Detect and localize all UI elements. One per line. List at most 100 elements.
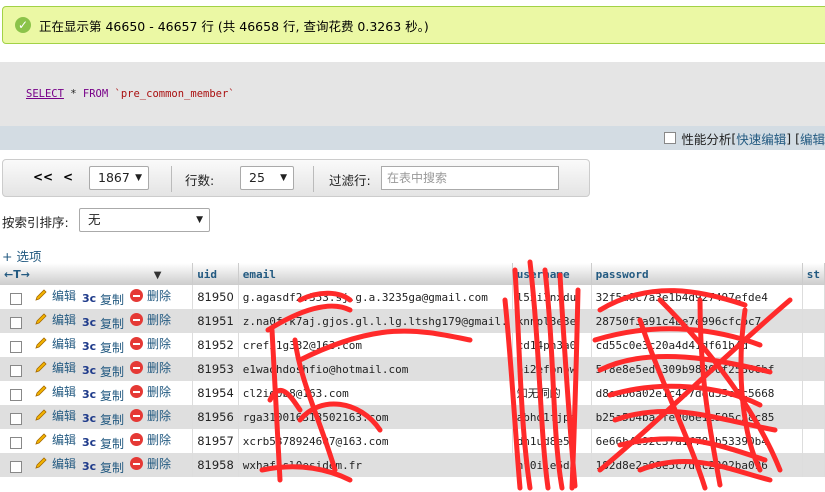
delete-row-button[interactable]: 删除 <box>130 311 171 328</box>
cell-uid[interactable]: 81957 <box>192 429 239 453</box>
cell-password[interactable]: 5f8e8e5ed1309b98800f25306bf <box>591 357 803 381</box>
cell-password[interactable]: cd55c0e3c20a4d41df61b4d <box>591 333 803 357</box>
rows-select[interactable]: 25 ▼ <box>240 166 294 190</box>
cell-password[interactable]: 182d8e2a98e5c7d3c2202ba096 <box>591 453 803 477</box>
cell-status[interactable] <box>802 285 825 309</box>
cell-username[interactable]: dh1ud8e5f <box>512 429 592 453</box>
cell-password[interactable]: d8eab6a02e1c437ded35e8c5668 <box>591 381 803 405</box>
cell-password[interactable]: b25a5b4ba3fe006e1c595c38c85 <box>591 405 803 429</box>
page-select[interactable]: 1867 ▼ <box>89 166 149 190</box>
copy-label: 复制 <box>100 364 125 379</box>
cell-status[interactable] <box>802 333 825 357</box>
delete-icon <box>130 361 144 374</box>
cell-status[interactable] <box>802 429 825 453</box>
delete-row-button[interactable]: 删除 <box>130 287 171 304</box>
cell-email[interactable]: e1waohdoshfio@hotmail.com <box>238 357 513 381</box>
cell-username[interactable]: knnpl3e3e <box>512 309 592 333</box>
column-header-email[interactable]: email <box>238 263 513 285</box>
edit-query-link[interactable]: 编辑 <box>800 129 825 148</box>
delete-row-button[interactable]: 删除 <box>130 407 171 424</box>
edit-row-button[interactable]: 编辑 <box>34 383 76 400</box>
cell-uid[interactable]: 81951 <box>192 309 239 333</box>
cell-uid[interactable]: 81952 <box>192 333 239 357</box>
dropdown-triangle-icon[interactable]: ▼ <box>154 270 162 281</box>
cell-uid[interactable]: 81956 <box>192 405 239 429</box>
row-checkbox[interactable] <box>10 436 22 449</box>
copy-row-button[interactable]: 3c 复制 <box>82 339 124 356</box>
previous-page-button[interactable]: < <box>63 170 73 184</box>
copy-row-button[interactable]: 3c 复制 <box>82 459 124 476</box>
navigation-bar: << < 1867 ▼ 行数: 25 ▼ 过滤行: 在表中搜索 <box>2 159 590 197</box>
cell-email[interactable]: g.agasdf2.353.sj.g.a.3235ga@gmail.com <box>238 285 513 309</box>
cell-password[interactable]: 28750f3a91c4be7e996cfcbc7 <box>591 309 803 333</box>
column-header-uid[interactable]: uid <box>192 263 239 285</box>
cell-username[interactable]: abhd1fjpe <box>512 405 592 429</box>
row-checkbox[interactable] <box>10 412 22 425</box>
cell-password[interactable]: 6e66b4c92c37a1f781b53390b4 <box>591 429 803 453</box>
delete-row-button[interactable]: 删除 <box>130 335 171 352</box>
edit-row-button[interactable]: 编辑 <box>34 455 76 472</box>
row-checkbox[interactable] <box>10 316 22 329</box>
cell-uid[interactable]: 81953 <box>192 357 239 381</box>
cell-username[interactable]: 知无洞的 <box>512 381 592 405</box>
copy-row-button[interactable]: 3c 复制 <box>82 315 124 332</box>
profiling-checkbox[interactable] <box>664 132 677 144</box>
first-page-button[interactable]: << <box>33 170 53 184</box>
copy-row-button[interactable]: 3c 复制 <box>82 291 124 308</box>
edit-row-button[interactable]: 编辑 <box>34 287 76 304</box>
delete-row-button[interactable]: 删除 <box>130 455 171 472</box>
edit-row-button[interactable]: 编辑 <box>34 431 76 448</box>
table-row: 编辑 3c 复制 删除 81954 cl2ig0b8@163.com 知无洞的 d8eab6a… <box>0 381 825 405</box>
cell-status[interactable] <box>802 405 825 429</box>
copy-row-button[interactable]: 3c 复制 <box>82 411 124 428</box>
cell-email[interactable]: z.na0f.k7aj.gjos.gl.l.lg.ltshg179@gmail. <box>238 309 513 333</box>
copy-row-button[interactable]: 3c 复制 <box>82 363 124 380</box>
copy-icon: 3c <box>82 316 97 329</box>
row-checkbox[interactable] <box>10 388 22 401</box>
edit-label: 编辑 <box>52 432 77 447</box>
cell-password[interactable]: 32f5a8c7a3e1b4d927497efde4 <box>591 285 803 309</box>
delete-row-button[interactable]: 删除 <box>130 383 171 400</box>
sql-query: SELECT * FROM `pre_common_member` <box>26 88 235 100</box>
cell-username[interactable]: nf0i1e6d3 <box>512 453 592 477</box>
column-header-status[interactable]: st <box>802 263 825 285</box>
pencil-icon <box>35 409 47 421</box>
cell-email[interactable]: rga310016313502163.com <box>238 405 513 429</box>
cell-status[interactable] <box>802 309 825 333</box>
row-checkbox[interactable] <box>10 364 22 377</box>
cell-email[interactable]: cl2ig0b8@163.com <box>238 381 513 405</box>
cell-username[interactable]: cd14pn3a0 <box>512 333 592 357</box>
cell-status[interactable] <box>802 357 825 381</box>
column-arrows-header[interactable]: ←T→ ▼ <box>0 263 194 285</box>
cell-status[interactable] <box>802 381 825 405</box>
cell-email[interactable]: wxhaf1sl0esidem.fr <box>238 453 513 477</box>
copy-row-button[interactable]: 3c 复制 <box>82 435 124 452</box>
cell-uid[interactable]: 81958 <box>192 453 239 477</box>
copy-row-button[interactable]: 3c 复制 <box>82 387 124 404</box>
delete-row-button[interactable]: 删除 <box>130 431 171 448</box>
cell-uid[interactable]: 81950 <box>192 285 239 309</box>
sort-index-select[interactable]: 无 ▼ <box>79 208 210 232</box>
column-header-password[interactable]: password <box>591 263 803 285</box>
edit-row-button[interactable]: 编辑 <box>34 335 76 352</box>
delete-row-button[interactable]: 删除 <box>130 359 171 376</box>
column-header-username[interactable]: username <box>512 263 592 285</box>
edit-row-button[interactable]: 编辑 <box>34 311 76 328</box>
quick-edit-link[interactable]: 快速编辑 <box>736 129 786 148</box>
edit-row-button[interactable]: 编辑 <box>34 359 76 376</box>
row-checkbox[interactable] <box>10 292 22 305</box>
cell-email[interactable]: xcrb5378924607@163.com <box>238 429 513 453</box>
cell-uid[interactable]: 81954 <box>192 381 239 405</box>
row-checkbox[interactable] <box>10 460 22 473</box>
filter-input[interactable]: 在表中搜索 <box>381 166 559 190</box>
cell-email[interactable]: crefi1g332@163.com <box>238 333 513 357</box>
delete-label: 删除 <box>147 313 172 327</box>
column-toggle-arrows[interactable]: ←T→ <box>4 268 30 281</box>
row-checkbox[interactable] <box>10 340 22 353</box>
edit-row-button[interactable]: 编辑 <box>34 407 76 424</box>
cell-username[interactable]: l5xi3nxdu <box>512 285 592 309</box>
delete-label: 删除 <box>147 289 172 303</box>
cell-username[interactable]: oi2efonow <box>512 357 592 381</box>
cell-status[interactable] <box>802 453 825 477</box>
sql-select-keyword[interactable]: SELECT <box>26 88 64 100</box>
